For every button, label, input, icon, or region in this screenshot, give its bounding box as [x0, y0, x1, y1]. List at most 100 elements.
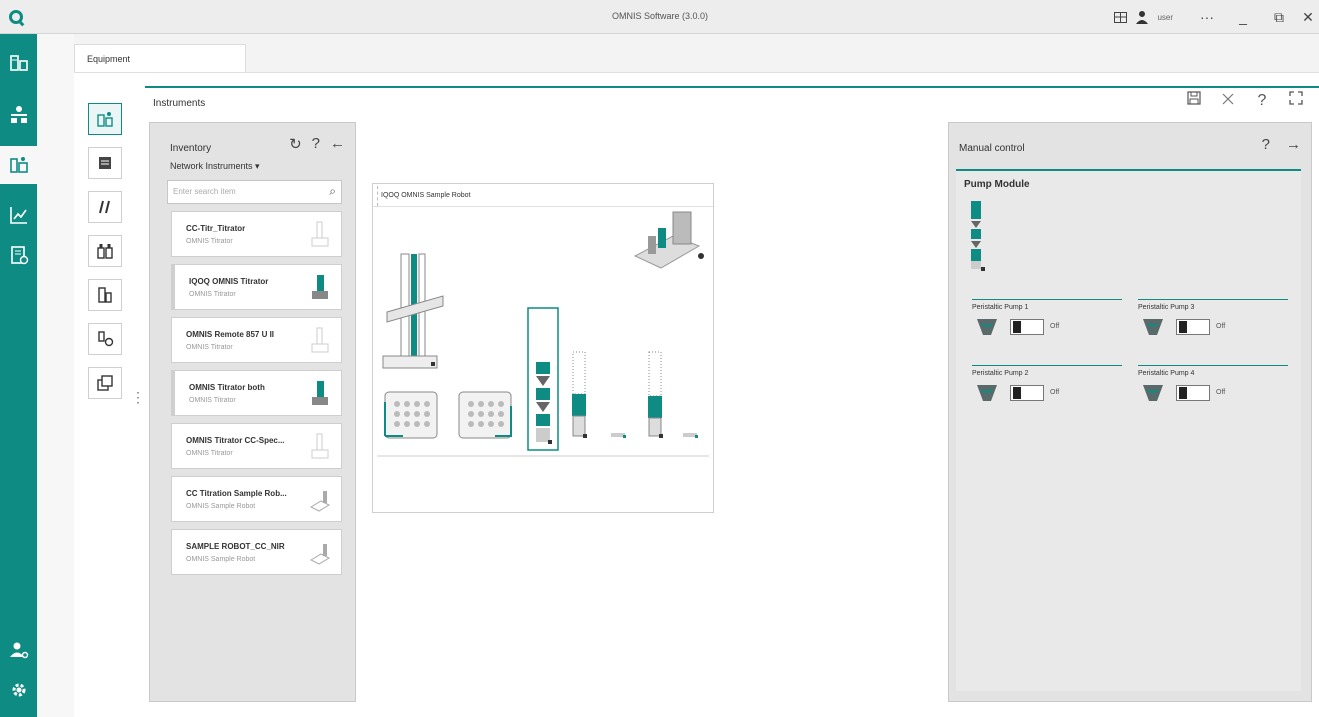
pump-toggle[interactable] — [1176, 319, 1210, 335]
item-name: CC-Titr_Titrator — [186, 224, 246, 233]
pump-state: Off — [1216, 389, 1226, 396]
more-icon[interactable]: ··· — [1189, 0, 1225, 34]
pump-toggle[interactable] — [1176, 385, 1210, 401]
titrator-icon — [311, 433, 329, 459]
inventory-help-icon[interactable]: ? — [312, 135, 320, 153]
instruments-view-icon[interactable] — [88, 103, 122, 135]
electrodes-view-icon[interactable] — [88, 191, 122, 223]
item-name: CC Titration Sample Rob... — [186, 489, 287, 498]
peristaltic-pump-3: Peristaltic Pump 3 Off — [1138, 299, 1288, 351]
manual-control-title: Manual control — [959, 143, 1025, 154]
peristaltic-pump-1: Peristaltic Pump 1 Off — [972, 299, 1122, 351]
pump-name: Peristaltic Pump 4 — [1138, 370, 1195, 377]
peristaltic-pump-2: Peristaltic Pump 2 Off — [972, 365, 1122, 417]
user-icon[interactable] — [1131, 0, 1153, 34]
nav-hierarchy-icon[interactable] — [0, 96, 37, 134]
pump-name: Peristaltic Pump 1 — [972, 304, 1029, 311]
main-nav — [0, 34, 37, 717]
nav-dashboard-icon[interactable] — [0, 44, 37, 82]
list-item[interactable]: IQOQ OMNIS Titrator OMNIS Titrator — [171, 264, 342, 310]
help-icon[interactable]: ? — [1245, 92, 1279, 110]
titrator-icon — [312, 275, 328, 299]
nav-equipment-icon[interactable] — [0, 146, 37, 184]
search-icon[interactable]: ⌕ — [329, 184, 336, 199]
pump-state: Off — [1050, 323, 1060, 330]
sub-nav-background — [37, 34, 74, 717]
robot-title: IQOQ OMNIS Sample Robot — [381, 192, 471, 199]
item-type: OMNIS Titrator — [186, 344, 233, 351]
sample-rack-icon — [384, 391, 438, 439]
pump-state: Off — [1216, 323, 1226, 330]
accessories-view-icon[interactable] — [88, 323, 122, 355]
expand-arrow-icon[interactable]: → — [1286, 136, 1301, 153]
refresh-icon[interactable]: ↻ — [289, 135, 302, 153]
inventory-panel: Inventory ↻ ? ← Network Instruments ▾ En… — [149, 122, 356, 702]
restore-button[interactable]: ⧉ — [1261, 0, 1297, 34]
item-name: SAMPLE ROBOT_CC_NIR — [186, 542, 285, 551]
robot-3d-icon — [633, 211, 704, 269]
minimize-button[interactable]: _ — [1225, 0, 1261, 34]
dosing-unit-icon — [572, 351, 587, 438]
dosing-unit-icon — [648, 351, 663, 438]
window-title: OMNIS Software (3.0.0) — [611, 11, 709, 21]
user-settings-icon[interactable] — [0, 631, 37, 669]
list-item[interactable]: CC-Titr_Titrator OMNIS Titrator — [171, 211, 342, 257]
pump-state: Off — [1050, 389, 1060, 396]
manual-help-icon[interactable]: ? — [1262, 136, 1270, 153]
save-icon[interactable] — [1177, 91, 1211, 110]
bottles-view-icon[interactable] — [88, 235, 122, 267]
instrument-filter-dropdown[interactable]: Network Instruments ▾ — [170, 161, 260, 172]
pump-icon — [977, 319, 997, 335]
item-name: OMNIS Titrator both — [189, 383, 265, 392]
sample-robot-icon — [309, 544, 331, 565]
nav-analysis-icon[interactable] — [0, 196, 37, 234]
titrator-icon — [311, 221, 329, 247]
sample-robot-view: IQOQ OMNIS Sample Robot — [372, 183, 714, 513]
sample-rack-icon — [458, 391, 512, 439]
item-type: OMNIS Titrator — [189, 291, 236, 298]
list-item[interactable]: OMNIS Remote 857 U II OMNIS Titrator — [171, 317, 342, 363]
search-placeholder: Enter search item — [173, 187, 236, 196]
rack-view-icon[interactable] — [88, 367, 122, 399]
inventory-title: Inventory — [170, 143, 212, 154]
inventory-search-input[interactable]: Enter search item ⌕ — [167, 180, 342, 204]
beaker-holder-icon — [683, 433, 698, 438]
drag-handle[interactable] — [373, 186, 378, 206]
settings-gear-icon[interactable] — [0, 671, 37, 709]
list-item[interactable]: SAMPLE ROBOT_CC_NIR OMNIS Sample Robot — [171, 529, 342, 575]
manual-control-panel: Manual control ? → Pump Module Peristalt… — [948, 122, 1312, 702]
expand-icon[interactable] — [1279, 91, 1313, 110]
pump-toggle[interactable] — [1010, 319, 1044, 335]
sensors-view-icon[interactable] — [88, 147, 122, 179]
item-type: OMNIS Titrator — [189, 397, 236, 404]
tab-equipment[interactable]: Equipment — [74, 44, 246, 72]
pump-name: Peristaltic Pump 3 — [1138, 304, 1195, 311]
item-name: IQOQ OMNIS Titrator — [189, 277, 269, 286]
user-name[interactable]: user — [1157, 13, 1173, 22]
toolbar-more-icon[interactable]: ⋮ — [131, 390, 145, 404]
peristaltic-pump-4: Peristaltic Pump 4 Off — [1138, 365, 1288, 417]
titrator-icon — [311, 327, 329, 353]
list-item[interactable]: OMNIS Titrator both OMNIS Titrator — [171, 370, 342, 416]
nav-results-icon[interactable] — [0, 236, 37, 274]
pump-icon — [977, 385, 997, 401]
beaker-holder-icon — [611, 433, 612, 434]
collapse-arrow-icon[interactable]: ← — [330, 135, 345, 153]
dosing-units-view-icon[interactable] — [88, 279, 122, 311]
layout-icon[interactable] — [1109, 0, 1131, 34]
list-item[interactable]: OMNIS Titrator CC-Spec... OMNIS Titrator — [171, 423, 342, 469]
instruments-accent-line — [145, 86, 1319, 88]
item-type: OMNIS Sample Robot — [186, 503, 256, 510]
beaker-holder-icon — [611, 433, 626, 438]
sample-robot-icon — [309, 491, 331, 512]
list-item[interactable]: CC Titration Sample Rob... OMNIS Sample … — [171, 476, 342, 522]
pump-toggle[interactable] — [1010, 385, 1044, 401]
pump-module-icon — [971, 201, 985, 271]
close-window-button[interactable]: ✕ — [1297, 0, 1319, 34]
pump-icon — [1143, 319, 1163, 335]
item-type: OMNIS Sample Robot — [186, 556, 256, 563]
close-icon[interactable] — [1211, 92, 1245, 110]
tower-icon — [382, 253, 444, 369]
pump-name: Peristaltic Pump 2 — [972, 370, 1029, 377]
pump-module-title: Pump Module — [964, 179, 1030, 190]
